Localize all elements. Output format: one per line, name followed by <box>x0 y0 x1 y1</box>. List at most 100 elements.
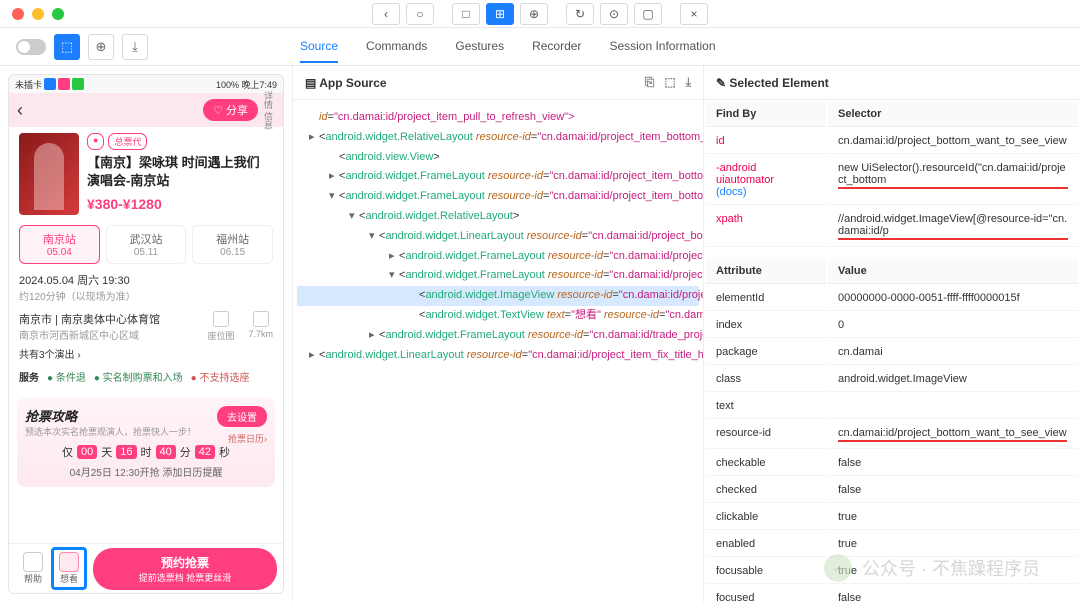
window-chrome: ‹ ○ □ ⊞ ⊕ ↻ ⊙ ▢ × <box>0 0 1080 28</box>
attr-row: index0 <box>706 313 1078 338</box>
device-screen: 未插卡 100% 晚上7:49 ‹ ♡ 分享 详情 信息 <box>8 74 284 594</box>
attr-row: packagecn.damai <box>706 340 1078 365</box>
tap-tool-button[interactable]: ⊕ <box>88 34 114 60</box>
findby-row: -android uiautomator(docs)new UiSelector… <box>706 156 1078 205</box>
copy-icon[interactable]: ⎘ <box>645 75 655 90</box>
svc-refund: 条件退 <box>56 373 86 384</box>
tabs: Source Commands Gestures Recorder Session In… <box>300 31 716 63</box>
badge-icon: ● <box>87 133 104 150</box>
event-poster[interactable] <box>19 133 79 215</box>
main-tab-bar: ⬚ ⊕ ⤓ Source Commands Gestures Recorder Sess… <box>0 28 1080 66</box>
tree-node[interactable]: ▾<android.widget.LinearLayout resource-i… <box>297 227 699 247</box>
findby-row: idcn.damai:id/project_bottom_want_to_see… <box>706 129 1078 154</box>
chrome-button-1[interactable]: ○ <box>406 3 434 25</box>
chrome-button-7[interactable]: ▢ <box>634 3 662 25</box>
want-to-see-button[interactable]: 想看 <box>51 547 87 590</box>
countdown: 仅00天16时40分42秒 <box>25 444 267 460</box>
findby-table: Find BySelector idcn.damai:id/project_bo… <box>704 100 1080 249</box>
tab-session-information[interactable]: Session Information <box>609 31 715 63</box>
attr-row: checkedfalse <box>706 478 1078 503</box>
minimize-window-icon[interactable] <box>32 8 44 20</box>
panel-title: App Source <box>319 76 386 90</box>
share-button[interactable]: ♡ 分享 <box>203 99 258 121</box>
countdown-unit: 天 <box>101 444 112 460</box>
tree-node[interactable]: ▾<android.widget.FrameLayout resource-id… <box>297 266 699 286</box>
seat-map-button[interactable]: 座位图 <box>207 311 234 361</box>
svc-realname: 实名制购票和入场 <box>103 373 183 384</box>
close-window-icon[interactable] <box>12 8 24 20</box>
back-icon[interactable]: ‹ <box>17 100 23 121</box>
city-tab[interactable]: 武汉站05.11 <box>106 225 187 264</box>
heart-icon <box>59 552 79 572</box>
city-tab[interactable]: 福州站06.15 <box>192 225 273 264</box>
select-tool-button[interactable]: ⬚ <box>54 34 80 60</box>
distance-label: 7.7km <box>248 329 273 339</box>
bottom-action-bar: 帮助 想看 预约抢票 提前选票档 抢票更丝滑 <box>9 543 283 593</box>
service-label: 服务 <box>19 369 39 384</box>
detail-label: 详情 信息 <box>262 91 275 130</box>
app-source-panel: ▤ App Source ⎘ ⬚ ⤓ id="cn.damai:id/proje… <box>292 66 704 602</box>
help-button[interactable]: 帮助 <box>15 552 51 585</box>
app-icon <box>44 78 56 90</box>
badge-text: 总票代 <box>108 133 147 150</box>
traffic-lights <box>12 8 64 20</box>
wechat-icon: ✓ <box>824 554 852 582</box>
chrome-button-5[interactable]: ↻ <box>566 3 594 25</box>
service-row: 服务 ● 条件退 ● 实名制购票和入场 ● 不支持选座 <box>19 369 273 384</box>
show-datetime: 2024.05.04 周六 19:30 <box>19 272 273 288</box>
tree-node[interactable]: ▸<android.widget.RelativeLayout resource… <box>297 128 699 148</box>
tree-node[interactable]: <android.widget.ImageView resource-id="c… <box>297 286 699 306</box>
tree-node[interactable]: ▸<android.widget.FrameLayout resource-id… <box>297 247 699 267</box>
tree-node[interactable]: ▸<android.widget.FrameLayout resource-id… <box>297 167 699 187</box>
tab-recorder[interactable]: Recorder <box>532 31 581 63</box>
countdown-unit: 分 <box>180 444 191 460</box>
maximize-window-icon[interactable] <box>52 8 64 20</box>
col-findby: Find By <box>706 102 826 127</box>
app-icon <box>72 78 84 90</box>
watermark: ✓ 公众号 · 不焦躁程序员 <box>824 554 1040 582</box>
city-tab[interactable]: 南京站05.04 <box>19 225 100 264</box>
promo-setup-button[interactable]: 去设置 <box>217 406 267 427</box>
tree-node[interactable]: <android.widget.TextView text="想看" resou… <box>297 306 699 326</box>
col-attr: Attribute <box>706 259 826 284</box>
toolbar-center: ‹ ○ □ ⊞ ⊕ ↻ ⊙ ▢ × <box>372 3 708 25</box>
tree-node[interactable]: ▾<android.widget.FrameLayout resource-id… <box>297 187 699 207</box>
svc-noseat: 不支持选座 <box>199 373 249 384</box>
tab-gestures[interactable]: Gestures <box>455 31 504 63</box>
expand-icon[interactable]: ⬚ <box>664 75 675 90</box>
toggle-switch[interactable] <box>16 39 46 55</box>
chrome-button-2[interactable]: □ <box>452 3 480 25</box>
promo-calendar-link[interactable]: 抢票日历› <box>228 432 267 445</box>
tree-node[interactable]: ▸<android.widget.FrameLayout resource-id… <box>297 326 699 346</box>
tab-commands[interactable]: Commands <box>366 31 427 63</box>
reserve-subtitle: 提前选票档 抢票更丝滑 <box>93 571 277 584</box>
download-icon[interactable]: ⤓ <box>686 75 691 90</box>
countdown-value: 40 <box>156 445 176 459</box>
distance-button[interactable]: 7.7km <box>248 311 273 361</box>
tree-node[interactable]: id="cn.damai:id/project_item_pull_to_ref… <box>297 108 699 128</box>
col-value: Value <box>828 259 1078 284</box>
reserve-button[interactable]: 预约抢票 提前选票档 抢票更丝滑 <box>93 548 277 590</box>
sale-start-time: 04月25日 12:30开抢 添加日历提醒 <box>25 464 267 479</box>
promo-box: 抢票攻略 预选本次实名抢票观演人，抢票快人一步！ 去设置 抢票日历› 仅00天1… <box>17 398 275 487</box>
chrome-button-8[interactable]: × <box>680 3 708 25</box>
element-tree[interactable]: id="cn.damai:id/project_item_pull_to_ref… <box>293 100 703 602</box>
tree-node[interactable]: ▾<android.widget.RelativeLayout> <box>297 207 699 227</box>
download-tool-button[interactable]: ⤓ <box>122 34 148 60</box>
tree-node[interactable]: ▸<android.widget.LinearLayout resource-i… <box>297 346 699 366</box>
attr-row: clickabletrue <box>706 505 1078 530</box>
attr-row: checkablefalse <box>706 451 1078 476</box>
chrome-button-6[interactable]: ⊙ <box>600 3 628 25</box>
share-label: 分享 <box>226 102 248 118</box>
attributes-table: AttributeValue elementId00000000-0000-00… <box>704 257 1080 602</box>
chrome-button-3[interactable]: ⊞ <box>486 3 514 25</box>
shows-count-link[interactable]: 共有3个演出 › <box>19 346 160 361</box>
findby-row: xpath//android.widget.ImageView[@resourc… <box>706 207 1078 247</box>
tree-node[interactable]: <android.view.View> <box>297 148 699 168</box>
venue-name: 南京市 | 南京奥体中心体育馆 <box>19 311 160 327</box>
tab-source[interactable]: Source <box>300 31 338 63</box>
city-tabs: 南京站05.04武汉站05.11福州站06.15 <box>19 225 273 264</box>
phone-nav-bar: ‹ ♡ 分享 详情 信息 <box>9 93 283 127</box>
chrome-button-0[interactable]: ‹ <box>372 3 400 25</box>
chrome-button-4[interactable]: ⊕ <box>520 3 548 25</box>
